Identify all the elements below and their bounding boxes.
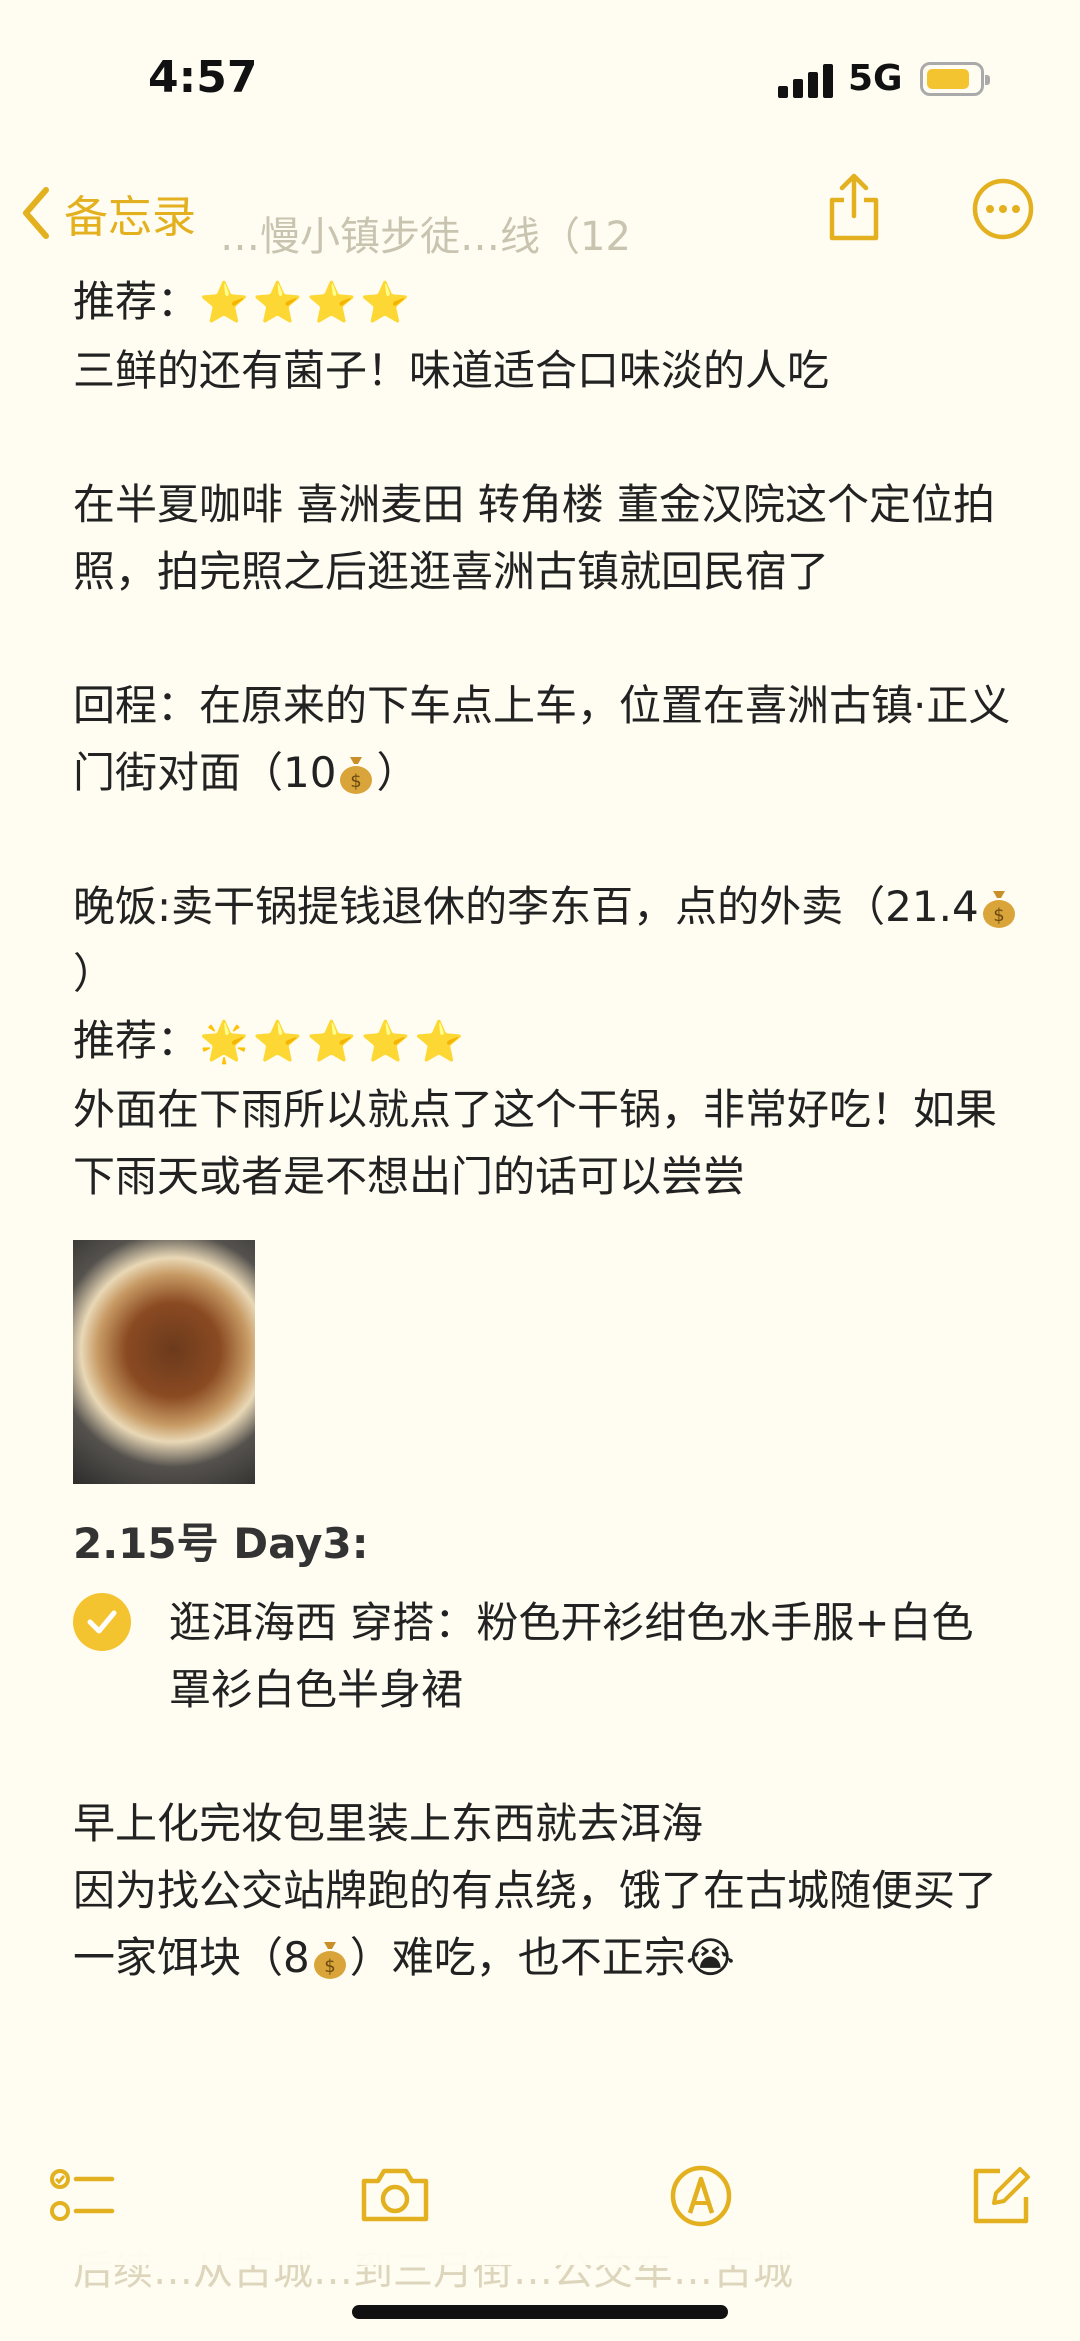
svg-text:$: $ (324, 1956, 335, 1977)
note-paragraph: 外面在下雨所以就点了这个干锅，非常好吃！如果下雨天或者是不想出门的话可以尝尝 (73, 1085, 998, 1201)
more-options-icon[interactable] (972, 178, 1034, 240)
checklist-item: 逛洱海西 穿搭：粉色开衫绀色水手服+白色罩衫白色半身裙 (73, 1589, 1023, 1723)
checkmark-icon (87, 1610, 117, 1634)
note-body[interactable]: 推荐：⭐⭐⭐⭐ 三鲜的还有菌子！味道适合口味淡的人吃 在半夏咖啡 喜洲麦田 转角… (73, 268, 1023, 1991)
network-label: 5G (848, 58, 903, 99)
checked-checkbox[interactable] (73, 1593, 131, 1651)
svg-text:$: $ (993, 905, 1004, 926)
recommend-label: 推荐： (73, 277, 200, 326)
camera-icon[interactable] (358, 2165, 432, 2225)
star-rating: ⭐⭐⭐⭐ (199, 280, 415, 326)
recommend-line-1: 推荐：⭐⭐⭐⭐ (73, 268, 1023, 337)
dry-pot-photo[interactable] (73, 1240, 255, 1484)
status-time: 4:57 (148, 52, 258, 103)
back-label: 备忘录 (64, 192, 196, 243)
return-text: 回程：在原来的下车点上车，位置在喜洲古镇·正义门街对面（10 (73, 681, 1011, 797)
note-paragraph-return: 回程：在原来的下车点上车，位置在喜洲古镇·正义门街对面（10 $ ） (73, 672, 1023, 806)
money-bag-icon: $ (982, 891, 1015, 928)
sparkle-star-icon: 🌟 (199, 1019, 253, 1065)
share-icon[interactable] (826, 172, 882, 242)
bottom-toolbar (0, 2135, 1080, 2265)
note-paragraph-breakfast: 因为找公交站牌跑的有点绕，饿了在古城随便买了一家饵块（8 $ ）难吃，也不正宗😭 (73, 1857, 1023, 1991)
home-indicator[interactable] (352, 2305, 728, 2319)
return-text-end: ） (376, 748, 419, 797)
recommend-label: 推荐： (73, 1016, 200, 1065)
chevron-left-icon (23, 187, 49, 239)
markup-icon[interactable] (670, 2165, 732, 2227)
note-paragraph: 三鲜的还有菌子！味道适合口味淡的人吃 (73, 346, 830, 395)
battery-icon (920, 62, 990, 96)
signal-icon (778, 64, 836, 98)
note-paragraph: 在半夏咖啡 喜洲麦田 转角楼 董金汉院这个定位拍照，拍完照之后逛逛喜洲古镇就回民… (73, 480, 996, 596)
checklist-item-text: 逛洱海西 穿搭：粉色开衫绀色水手服+白色罩衫白色半身裙 (169, 1598, 974, 1714)
checklist-icon[interactable] (50, 2165, 116, 2227)
svg-text:$: $ (351, 771, 362, 792)
money-bag-icon: $ (313, 1942, 346, 1979)
status-bar: 4:57 5G (0, 0, 1080, 150)
breakfast-text-end: ）难吃，也不正宗😭 (349, 1933, 735, 1982)
star-rating: ⭐⭐⭐⭐ (252, 1019, 469, 1065)
scrolled-title: …慢小镇步徒…线（12 (220, 214, 631, 260)
day3-heading: 2.15号 Day3: (73, 1519, 369, 1568)
nav-bar: …慢小镇步徒…线（12 备忘录 (0, 150, 1080, 270)
dinner-text-end: ） (73, 949, 116, 998)
back-button[interactable]: 备忘录 (20, 178, 196, 248)
dinner-text: 晚饭:卖干锅提钱退休的李东百，点的外卖（21.4 (73, 882, 979, 931)
note-paragraph-dinner: 晚饭:卖干锅提钱退休的李东百，点的外卖（21.4 $ ） (73, 873, 1023, 1007)
compose-icon[interactable] (970, 2165, 1032, 2227)
note-paragraph: 早上化完妆包里装上东西就去洱海 (73, 1799, 704, 1848)
money-bag-icon: $ (340, 757, 373, 794)
recommend-line-2: 推荐：🌟⭐⭐⭐⭐ (73, 1007, 1023, 1076)
